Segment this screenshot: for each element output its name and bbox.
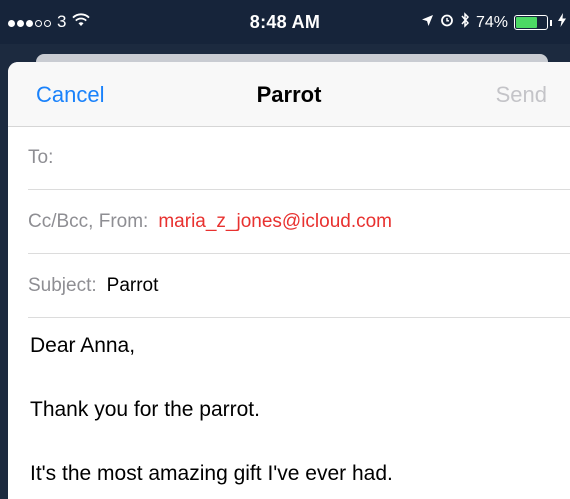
from-email[interactable]: maria_z_jones@icloud.com [158, 211, 392, 232]
body-line-gift: It's the most amazing gift I've ever had… [30, 462, 393, 485]
body-line-thanks: Thank you for the parrot. [30, 398, 260, 421]
status-right: 74% [421, 12, 566, 33]
body-line-greeting: Dear Anna, [30, 334, 136, 357]
compose-sheet: Cancel Parrot Send To: Cc/Bcc, From: mari… [8, 62, 570, 499]
to-field[interactable]: To: [28, 126, 570, 190]
cc-bcc-from-label: Cc/Bcc, From: [28, 211, 149, 232]
status-bar: 3 8:48 AM 74% [0, 0, 570, 44]
subject-value[interactable]: Parrot [107, 275, 159, 296]
subject-label: Subject: [28, 275, 97, 296]
send-button[interactable]: Send [496, 82, 547, 108]
cc-bcc-from-field[interactable]: Cc/Bcc, From: maria_z_jones@icloud.com [28, 190, 570, 254]
battery-nub [550, 19, 552, 26]
subject-field[interactable]: Subject: Parrot [28, 254, 570, 318]
compose-nav-bar: Cancel Parrot Send [8, 62, 570, 127]
alarm-clock-icon [440, 13, 454, 32]
battery-icon [514, 15, 548, 30]
location-arrow-icon [421, 14, 434, 32]
battery-level [516, 17, 537, 28]
charging-bolt-icon [558, 13, 566, 32]
bluetooth-icon [460, 12, 470, 33]
compose-title: Parrot [256, 82, 322, 107]
to-label: To: [28, 147, 54, 168]
battery-percent: 74% [475, 13, 508, 31]
